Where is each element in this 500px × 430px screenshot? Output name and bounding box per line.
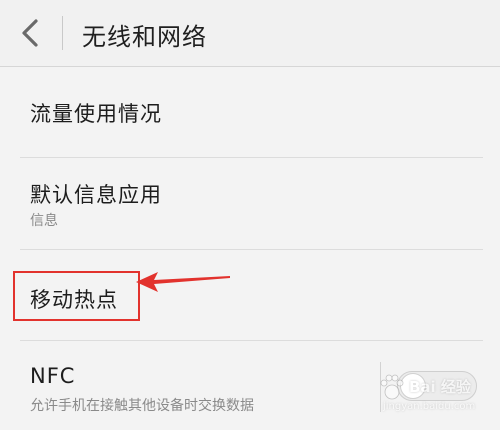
baidu-paw-icon: [380, 374, 404, 400]
watermark-url: jingyan.baidu.com: [383, 401, 476, 412]
annotation-highlight-box: [13, 271, 140, 321]
list-item-default-messaging-app[interactable]: 默认信息应用 信息: [0, 158, 500, 248]
list-item-title: 默认信息应用: [30, 183, 162, 207]
list-item-title: 流量使用情况: [30, 102, 162, 126]
list-item-data-usage[interactable]: 流量使用情况: [0, 67, 500, 157]
back-button[interactable]: [12, 14, 48, 52]
list-item-title: NFC: [30, 364, 76, 388]
header-divider: [62, 16, 63, 50]
list-item-subtitle: 允许手机在接触其他设备时交换数据: [30, 398, 254, 414]
watermark-text: Bai 经验: [409, 378, 471, 396]
list-item-subtitle: 信息: [30, 213, 58, 229]
page-title: 无线和网络: [82, 23, 207, 51]
chevron-left-icon: [22, 19, 38, 47]
watermark: Bai 经验 jingyan.baidu.com: [373, 368, 493, 420]
app-header: 无线和网络: [0, 0, 500, 67]
annotation-arrow-icon: [136, 272, 230, 292]
